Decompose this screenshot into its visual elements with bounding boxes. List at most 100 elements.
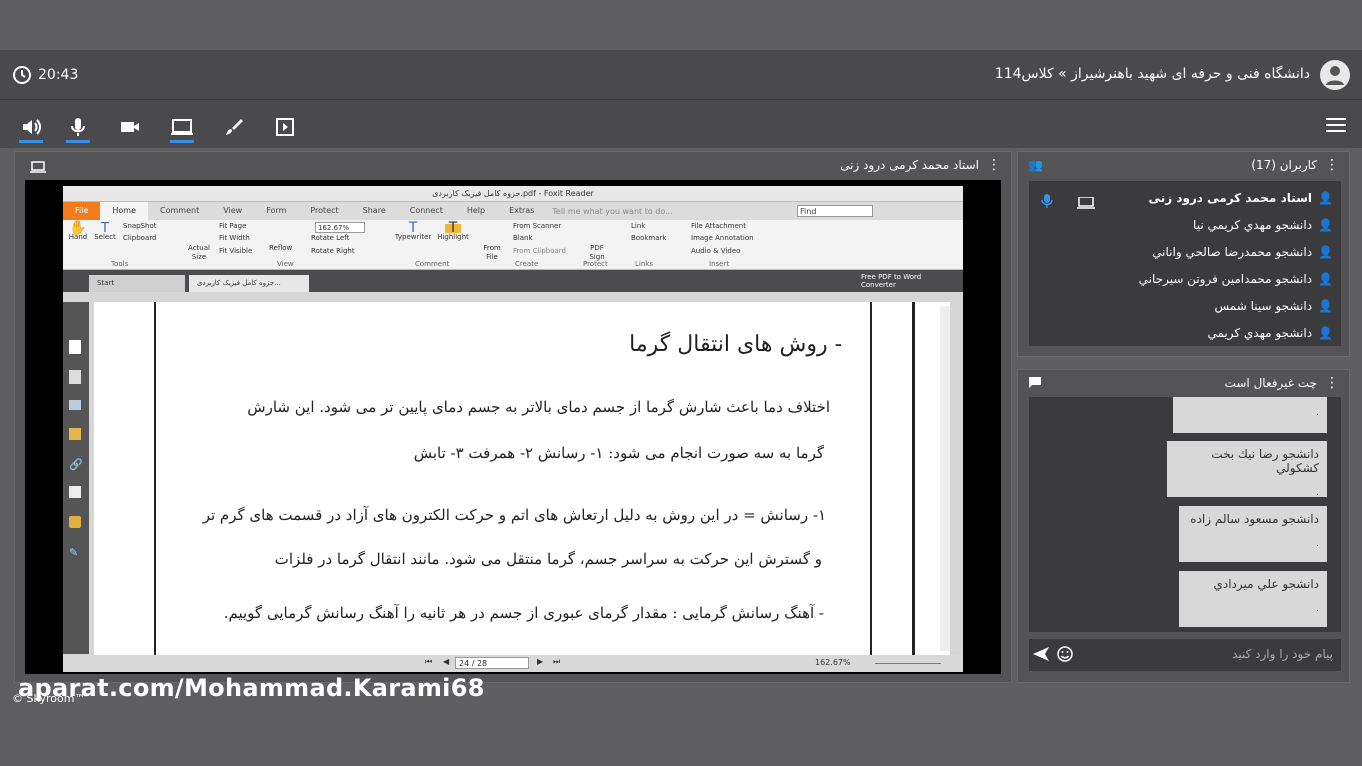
user-item[interactable]: 👤 دانشجو سينا شمس — [1215, 299, 1334, 313]
zoom-slider[interactable] — [875, 663, 941, 664]
comments-icon[interactable] — [69, 428, 81, 440]
tab-extras[interactable]: Extras — [497, 202, 546, 220]
hamburger-menu-icon[interactable] — [1326, 117, 1346, 137]
pen-tool-icon[interactable]: ✎ — [69, 546, 81, 559]
speaking-microphone-icon — [1041, 193, 1053, 212]
typewriter-button[interactable]: T Typewriter — [393, 221, 433, 242]
emoji-icon[interactable] — [1056, 645, 1074, 666]
user-item[interactable]: 👤 استاد محمد کرمی درود زنی — [1149, 191, 1333, 205]
page-heading: - روش های انتقال گرما — [629, 332, 842, 357]
room-title: دانشگاه فنی و حرفه ای شهید باهنرشیراز » … — [994, 66, 1310, 82]
message-body: . — [1315, 487, 1319, 498]
tab-comment[interactable]: Comment — [148, 202, 211, 220]
message-body: . — [1315, 538, 1319, 549]
message-body: . — [1315, 407, 1319, 418]
clipboard-button[interactable]: Clipboard — [123, 234, 156, 243]
zoom-status[interactable]: 162.67% — [815, 658, 851, 667]
signature-icon[interactable] — [69, 486, 81, 498]
blank-button[interactable]: Blank — [513, 234, 533, 243]
prev-page-icon[interactable]: ◀ — [443, 657, 449, 666]
from-scanner-button[interactable]: From Scanner — [513, 222, 561, 231]
bookmarks-icon[interactable] — [69, 370, 81, 384]
tab-form[interactable]: Form — [254, 202, 298, 220]
kebab-menu-icon[interactable]: ⋮ — [987, 157, 1001, 173]
tab-file[interactable]: File — [63, 202, 101, 220]
last-page-icon[interactable]: ⏭ — [553, 657, 560, 667]
rotate-right-button[interactable]: Rotate Right — [311, 247, 355, 256]
message-sender: دانشجو علي ميردادي — [1213, 577, 1319, 591]
page-line-4: و گسترش این حرکت به سراسر جسم، گرما منتق… — [274, 550, 822, 568]
doc-tab-start[interactable]: Start — [89, 275, 185, 292]
tab-protect[interactable]: Protect — [298, 202, 350, 220]
attachments-icon[interactable]: 🔗 — [69, 458, 83, 471]
audio-video-button[interactable]: Audio & Video — [691, 247, 740, 256]
users-group-icon: 👥 — [1028, 158, 1043, 172]
first-page-icon[interactable]: ⏮ — [425, 657, 432, 667]
user-avatar-icon: 👤 — [1318, 299, 1333, 313]
presentation-file-icon[interactable] — [271, 113, 299, 141]
find-input[interactable]: Find — [797, 205, 873, 217]
link-button[interactable]: Link — [631, 222, 645, 231]
screen-share-icon[interactable] — [168, 113, 196, 143]
select-tool[interactable]: T Select — [93, 221, 117, 242]
pdf-converter-link[interactable]: Free PDF to Word Converter — [861, 273, 933, 289]
protect-group-label: Protect — [583, 260, 608, 268]
image-annotation-button[interactable]: Image Annotation — [691, 234, 754, 243]
user-item[interactable]: 👤 دانشجو محمدامين فروتن سيرجاني — [1139, 272, 1333, 286]
clock: 20:43 — [12, 65, 78, 85]
tab-help[interactable]: Help — [455, 202, 497, 220]
from-file-button[interactable]: From File — [481, 244, 503, 262]
profile-avatar-icon[interactable] — [1320, 60, 1350, 90]
snapshot-button[interactable]: SnapShot — [123, 222, 157, 231]
chat-message: دانشجو مسعود سالم زاده . — [1179, 506, 1327, 562]
reflow-button[interactable]: Reflow — [269, 244, 292, 253]
send-icon[interactable] — [1032, 646, 1050, 665]
highlight-button[interactable]: T Highlight — [437, 221, 469, 242]
chat-kebab-icon[interactable]: ⋮ — [1325, 375, 1339, 391]
fit-width-button[interactable]: Fit Width — [219, 234, 250, 243]
page-number-input[interactable]: 24 / 28 — [455, 657, 529, 669]
rotate-left-button[interactable]: Rotate Left — [311, 234, 349, 243]
hand-tool[interactable]: ✋ Hand — [67, 221, 89, 242]
tab-connect[interactable]: Connect — [398, 202, 455, 220]
whiteboard-brush-icon[interactable] — [220, 113, 248, 141]
screen-icon — [30, 158, 46, 177]
chat-message: . — [1173, 397, 1327, 433]
tell-me-search[interactable]: Tell me what you want to do... — [552, 207, 672, 216]
file-attachment-button[interactable]: File Attachment — [691, 222, 746, 231]
page-scrollbar[interactable] — [940, 306, 950, 651]
speaker-icon[interactable] — [17, 113, 45, 143]
from-clipboard-button[interactable]: From Clipboard — [513, 247, 566, 256]
zoom-select[interactable]: 162.67% — [315, 222, 365, 233]
chat-message: دانشجو رضا نيك بخت كشكولي . — [1167, 441, 1327, 498]
users-list: 👤 استاد محمد کرمی درود زنی 👤 دانشجو مهدي ك… — [1029, 181, 1341, 346]
foxit-title: جزوه کامل فیزیک کاربردی.pdf - Foxit Read… — [63, 186, 963, 202]
camera-icon[interactable] — [116, 113, 144, 141]
actual-size-button[interactable]: Actual Size — [187, 244, 211, 262]
message-sender: دانشجو رضا نيك بخت كشكولي — [1211, 447, 1319, 475]
chat-message-input[interactable]: پیام خود را وارد کنید — [1232, 647, 1333, 661]
user-item[interactable]: 👤 دانشجو مهدي كريمي — [1207, 326, 1333, 340]
page-line-1: اختلاف دما باعث شارش گرما از جسم دمای با… — [247, 398, 830, 416]
tab-home[interactable]: Home — [100, 202, 149, 220]
bookmark-button[interactable]: Bookmark — [631, 234, 666, 243]
tab-view[interactable]: View — [211, 202, 254, 220]
microphone-icon[interactable] — [64, 113, 92, 143]
users-kebab-icon[interactable]: ⋮ — [1325, 157, 1339, 173]
message-body: . — [1315, 603, 1319, 614]
doc-tab-current[interactable]: جزوه کامل فیزیک کاربردی... — [189, 275, 309, 292]
tab-share[interactable]: Share — [351, 202, 398, 220]
user-avatar-icon: 👤 — [1318, 245, 1333, 259]
page-thumbnail-icon[interactable] — [69, 340, 81, 354]
user-item[interactable]: 👤 دانشجو محمدرضا صالحي واناني — [1152, 245, 1333, 259]
lock-icon[interactable] — [69, 516, 81, 528]
user-item[interactable]: 👤 دانشجو مهدي كريمي نيا — [1193, 218, 1333, 232]
fit-page-button[interactable]: Fit Page — [219, 222, 246, 231]
presenter-name: استاد محمد کرمی درود زنی — [840, 158, 979, 172]
next-page-icon[interactable]: ▶ — [537, 657, 543, 666]
chat-input-bar: پیام خود را وارد کنید — [1029, 639, 1341, 671]
layers-icon[interactable] — [69, 400, 81, 410]
fit-visible-button[interactable]: Fit Visible — [219, 247, 252, 256]
select-icon: T — [101, 221, 109, 236]
chat-bubble-icon — [1028, 376, 1042, 391]
